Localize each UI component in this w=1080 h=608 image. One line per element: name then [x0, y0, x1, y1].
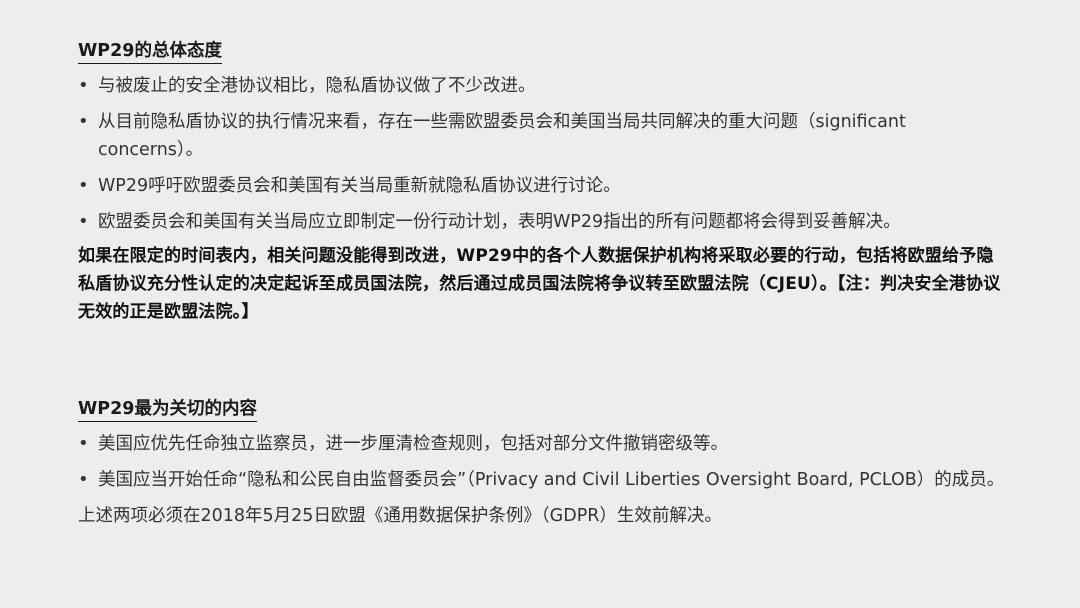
bullet-icon: •	[78, 175, 89, 196]
list-item-text: WP29呼吁欧盟委员会和美国有关当局重新就隐私盾协议进行讨论。	[98, 176, 621, 196]
deadline-paragraph: 上述两项必须在2018年5月25日欧盟《通用数据保护条例》（GDPR）生效前解决…	[78, 506, 722, 526]
list-item: • 欧盟委员会和美国有关当局应立即制定一份行动计划，表明WP29指出的所有问题都…	[78, 208, 1008, 236]
list-item-text: 美国应优先任命独立监察员，进一步厘清检查规则，包括对部分文件撤销密级等。	[98, 434, 728, 454]
section-main-concerns: WP29最为关切的内容 • 美国应优先任命独立监察员，进一步厘清检查规则，包括对…	[78, 398, 1008, 530]
bullet-icon: •	[78, 433, 89, 454]
bullet-icon: •	[78, 75, 89, 96]
bullet-icon: •	[78, 469, 89, 490]
list-item: • 美国应优先任命独立监察员，进一步厘清检查规则，包括对部分文件撤销密级等。	[78, 430, 1008, 458]
list-item-text: 美国应当开始任命“隐私和公民自由监督委员会”（Privacy and Civil…	[98, 470, 1005, 490]
section-heading-general-attitude: WP29的总体态度	[78, 40, 222, 64]
list-item: • WP29呼吁欧盟委员会和美国有关当局重新就隐私盾协议进行讨论。	[78, 172, 1008, 200]
list-item: • 与被废止的安全港协议相比，隐私盾协议做了不少改进。	[78, 72, 1008, 100]
bullet-icon: •	[78, 211, 89, 232]
section-heading-main-concerns: WP29最为关切的内容	[78, 398, 257, 422]
list-item: • 从目前隐私盾协议的执行情况来看，存在一些需欧盟委员会和美国当局共同解决的重大…	[78, 108, 1008, 164]
bullet-icon: •	[78, 111, 89, 132]
section-general-attitude: WP29的总体态度 • 与被废止的安全港协议相比，隐私盾协议做了不少改进。 • …	[78, 40, 1008, 326]
list-item: • 美国应当开始任命“隐私和公民自由监督委员会”（Privacy and Civ…	[78, 466, 1008, 494]
bullet-list-general-attitude: • 与被废止的安全港协议相比，隐私盾协议做了不少改进。 • 从目前隐私盾协议的执…	[78, 72, 1008, 236]
bullet-list-main-concerns: • 美国应优先任命独立监察员，进一步厘清检查规则，包括对部分文件撤销密级等。 •…	[78, 430, 1008, 494]
list-item-text: 从目前隐私盾协议的执行情况来看，存在一些需欧盟委员会和美国当局共同解决的重大问题…	[98, 112, 906, 160]
list-item-text: 与被废止的安全港协议相比，隐私盾协议做了不少改进。	[98, 76, 536, 96]
list-item-text: 欧盟委员会和美国有关当局应立即制定一份行动计划，表明WP29指出的所有问题都将会…	[98, 212, 901, 232]
consequence-paragraph: 如果在限定的时间表内，相关问题没能得到改进，WP29中的各个人数据保护机构将采取…	[78, 246, 1001, 322]
